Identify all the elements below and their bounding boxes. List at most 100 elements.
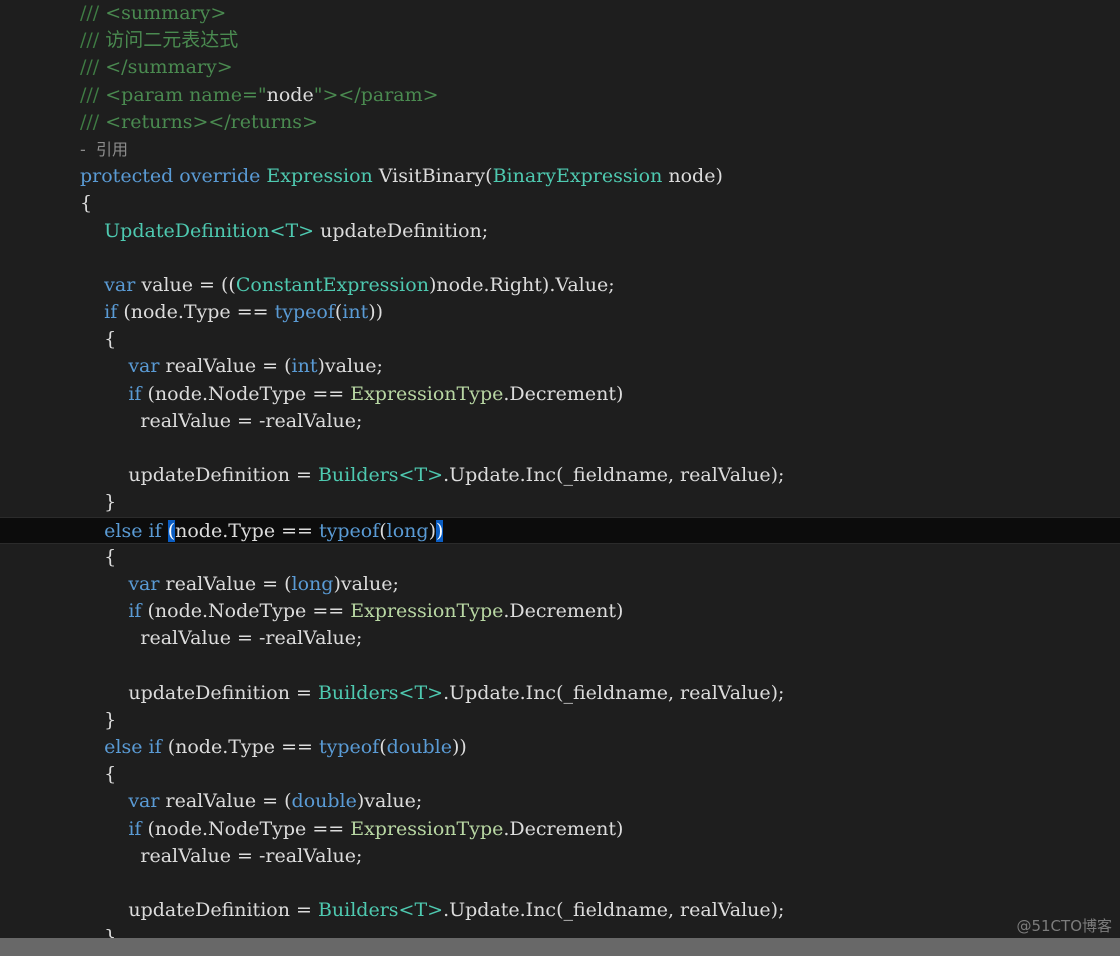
keyword-if: if	[148, 736, 162, 759]
code-line-inc-int[interactable]: updateDefinition = Builders<T>.Update.In…	[0, 462, 1120, 489]
code-line-blank-1[interactable]	[0, 245, 1120, 272]
code-line-negate-int[interactable]: realValue = -realValue;	[0, 408, 1120, 435]
code-line-method-signature[interactable]: protected override Expression VisitBinar…	[0, 163, 1120, 190]
code-line-summary-open[interactable]: /// <summary>	[0, 0, 1120, 27]
code-line-var-realvalue-double[interactable]: var realValue = (double)value;	[0, 788, 1120, 815]
code-line-negate-long[interactable]: realValue = -realValue;	[0, 625, 1120, 652]
brace: {	[104, 545, 117, 568]
comment-slashes: ///	[80, 29, 106, 52]
brace: {	[104, 763, 117, 786]
type-builders: Builders	[317, 681, 399, 704]
assign-cast: realValue = (	[159, 572, 292, 595]
enum-expressiontype: ExpressionType	[350, 382, 504, 405]
assign-cast: realValue = (	[159, 790, 292, 813]
type-expression: Expression	[266, 165, 373, 188]
keyword-if: if	[128, 600, 142, 623]
cond-nodetype: (node.NodeType ==	[141, 817, 351, 840]
code-line-var-realvalue-int[interactable]: var realValue = (int)value;	[0, 353, 1120, 380]
keyword-var: var	[128, 790, 160, 813]
doc-tag-summary-close: </summary>	[105, 56, 233, 79]
stmt-negate: realValue = -realValue;	[140, 844, 363, 867]
code-line-brace-open-double[interactable]: {	[0, 761, 1120, 788]
code-line-returns[interactable]: /// <returns></returns>	[0, 109, 1120, 136]
code-line-blank-4[interactable]	[0, 870, 1120, 897]
code-line-if-decrement-long[interactable]: if (node.NodeType == ExpressionType.Decr…	[0, 598, 1120, 625]
code-line-summary-text[interactable]: /// 访问二元表达式	[0, 27, 1120, 54]
code-line-elseif-long-current[interactable]: else if (node.Type == typeof(long))	[0, 516, 1120, 544]
code-line-brace-open-long[interactable]: {	[0, 544, 1120, 571]
brace: {	[80, 192, 93, 215]
generic-arg-t: <T>	[398, 899, 444, 922]
paren-close: )	[428, 519, 436, 542]
code-line-brace-close-long[interactable]: }	[0, 707, 1120, 734]
code-editor[interactable]: /// <summary> /// 访问二元表达式 /// </summary>…	[0, 0, 1120, 956]
code-line-inc-long[interactable]: updateDefinition = Builders<T>.Update.In…	[0, 680, 1120, 707]
generic-arg-t: <T>	[269, 219, 315, 242]
enum-member-decrement: .Decrement)	[503, 817, 624, 840]
horizontal-scrollbar-thumb[interactable]	[0, 938, 1120, 956]
keyword-int: int	[291, 355, 318, 378]
cond-nodetype: (node.NodeType ==	[141, 600, 351, 623]
keyword-long: long	[291, 572, 334, 595]
type-builders: Builders	[317, 464, 399, 487]
code-line-if-decrement-double[interactable]: if (node.NodeType == ExpressionType.Decr…	[0, 816, 1120, 843]
doc-tag-summary-open: <summary>	[105, 2, 227, 24]
code-line-summary-close[interactable]: /// </summary>	[0, 54, 1120, 81]
keyword-long: long	[386, 519, 429, 542]
cast-value: )value;	[333, 572, 399, 595]
cond-node-type: (node.Type ==	[161, 736, 319, 759]
keyword-override: override	[179, 165, 261, 188]
bracket-match-open: (	[167, 519, 176, 542]
cast-value: )value;	[356, 790, 423, 813]
comment-slashes: ///	[80, 110, 106, 133]
code-line-brace-open-int[interactable]: {	[0, 326, 1120, 353]
code-line-blank-2[interactable]	[0, 435, 1120, 462]
code-line-brace-open-method[interactable]: {	[0, 190, 1120, 217]
code-line-elseif-double[interactable]: else if (node.Type == typeof(double))	[0, 734, 1120, 761]
code-line-var-value[interactable]: var value = ((ConstantExpression)node.Ri…	[0, 272, 1120, 299]
keyword-else: else	[104, 519, 143, 542]
code-line-if-int[interactable]: if (node.Type == typeof(int))	[0, 299, 1120, 326]
paren-close: )	[715, 165, 723, 188]
codelens-label[interactable]: - 引用	[80, 140, 128, 159]
enum-member-decrement: .Decrement)	[503, 382, 624, 405]
type-constantexpression: ConstantExpression	[235, 273, 429, 296]
horizontal-scrollbar-track[interactable]	[0, 938, 1120, 956]
code-line-negate-double[interactable]: realValue = -realValue;	[0, 843, 1120, 870]
code-line-param[interactable]: /// <param name="node"></param>	[0, 82, 1120, 109]
enum-expressiontype: ExpressionType	[350, 817, 504, 840]
call-update-inc: .Update.Inc(_fieldname, realValue);	[443, 681, 785, 704]
paren-open: (	[379, 519, 387, 542]
stmt-negate: realValue = -realValue;	[140, 409, 363, 432]
type-updatedefinition: UpdateDefinition	[104, 219, 270, 242]
code-line-if-decrement-int[interactable]: if (node.NodeType == ExpressionType.Decr…	[0, 381, 1120, 408]
call-update-inc: .Update.Inc(_fieldname, realValue);	[443, 899, 785, 922]
keyword-var: var	[128, 355, 160, 378]
code-line-blank-3[interactable]	[0, 653, 1120, 680]
keyword-typeof: typeof	[318, 519, 380, 542]
keyword-else: else	[104, 736, 143, 759]
brace: {	[104, 328, 117, 351]
doc-tag-param-close: "></param>	[313, 83, 439, 106]
code-surface[interactable]: /// <summary> /// 访问二元表达式 /// </summary>…	[0, 0, 1120, 948]
codelens-references[interactable]: - 引用	[0, 136, 1120, 163]
assign-updatedefinition: updateDefinition =	[128, 681, 318, 704]
code-line-updatedefinition-decl[interactable]: UpdateDefinition<T> updateDefinition;	[0, 218, 1120, 245]
code-line-inc-double[interactable]: updateDefinition = Builders<T>.Update.In…	[0, 897, 1120, 924]
keyword-protected: protected	[80, 165, 174, 188]
code-line-brace-close-int[interactable]: }	[0, 489, 1120, 516]
assign-updatedefinition: updateDefinition =	[128, 464, 318, 487]
code-line-var-realvalue-long[interactable]: var realValue = (long)value;	[0, 571, 1120, 598]
